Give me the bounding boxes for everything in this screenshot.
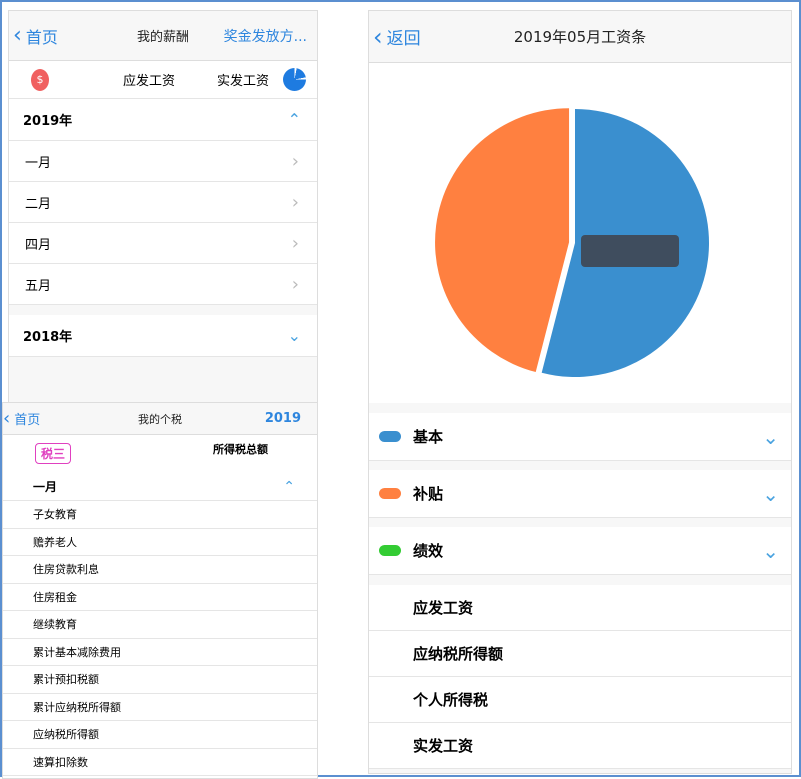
chevron-right-icon: › [291, 273, 299, 295]
summary-row: 个人所得税 [369, 677, 791, 723]
summary-row: 应发工资 [369, 585, 791, 631]
back-label: 首页 [14, 413, 41, 428]
chevron-down-icon: ⌄ [762, 538, 779, 563]
total-tax-label: 所得税总额 [213, 443, 268, 456]
back-label: 首页 [25, 27, 58, 47]
color-swatch [379, 431, 401, 442]
tab-net-pay[interactable]: 实发工资 [217, 70, 269, 89]
month-label: 一月 [33, 480, 58, 494]
tax-item-label: 住房贷款利息 [33, 563, 99, 577]
year-selector[interactable]: 2019 [265, 411, 301, 426]
tax-item-row: 住房租金 [3, 583, 317, 611]
chart-area [369, 63, 791, 403]
category-row[interactable]: 补贴 ⌄ [369, 470, 791, 518]
back-button[interactable]: ‹ 返回 [373, 23, 421, 51]
tax-item-row: 累计预扣税额 [3, 666, 317, 694]
category-label: 基本 [413, 428, 444, 446]
month-row[interactable]: 一月 › [9, 141, 317, 182]
tax-item-row: 继续教育 [3, 611, 317, 639]
back-button[interactable]: ‹ 首页 [13, 23, 58, 48]
back-label: 返回 [386, 29, 421, 49]
category-row[interactable]: 基本 ⌄ [369, 413, 791, 461]
nav-bar: ‹ 首页 我的个税 2019 [3, 403, 317, 435]
category-label: 绩效 [413, 542, 444, 560]
year-2018[interactable]: 2018年 ⌄ [9, 315, 317, 357]
payslip-panel: ‹ 返回 2019年05月工资条 基本 ⌄ 补贴 ⌄ 绩效 ⌄ 应发工资应纳税所得额 个人所得税… [368, 10, 792, 774]
chevron-left-icon: ‹ [373, 22, 383, 51]
nav-bar: ‹ 返回 2019年05月工资条 [369, 11, 791, 63]
month-row[interactable]: 一月 ⌃ [3, 473, 317, 501]
tax-item-row: 子女教育 [3, 501, 317, 529]
salary-panel: ‹ 首页 我的薪酬 奖金发放方... $ 应发工资 实发工资 2019年 ⌃ 一月… [8, 10, 318, 405]
chevron-right-icon: › [291, 150, 299, 172]
color-swatch [379, 545, 401, 556]
tax-item-label: 赡养老人 [33, 535, 77, 549]
nav-bar: ‹ 首页 我的薪酬 奖金发放方... [9, 11, 317, 61]
chevron-right-icon: › [291, 191, 299, 213]
summary-label: 实发工资 [413, 737, 474, 755]
tax-item-label: 累计应纳税所得额 [33, 700, 121, 714]
tax-item-row: 赡养老人 [3, 528, 317, 556]
bonus-link[interactable]: 奖金发放方... [224, 26, 307, 46]
tax-item-label: 住房租金 [33, 590, 77, 604]
year-2019[interactable]: 2019年 ⌃ [9, 99, 317, 141]
pie-chart [435, 108, 710, 377]
chevron-right-icon: › [291, 232, 299, 254]
tax-item-label: 子女教育 [33, 508, 77, 522]
month-label: 二月 [25, 196, 52, 212]
chevron-down-icon: ⌄ [287, 326, 301, 345]
summary-label: 应纳税所得额 [413, 645, 504, 663]
month-row[interactable]: 二月 › [9, 182, 317, 223]
tax-item-label: 速算扣除数 [33, 755, 88, 769]
tax-item-row: 应纳税所得额 [3, 721, 317, 749]
tax-item-label: 累计基本减除费用 [33, 645, 121, 659]
chevron-up-icon: ⌃ [287, 110, 301, 129]
tax-item-row: 累计应纳税所得额 [3, 693, 317, 721]
chevron-down-icon: ⌄ [762, 424, 779, 449]
category-label: 补贴 [413, 485, 444, 503]
page-title: 2019年05月工资条 [513, 28, 647, 46]
month-row[interactable]: 五月 › [9, 264, 317, 305]
chevron-down-icon: ⌄ [762, 481, 779, 506]
back-button[interactable]: ‹ 首页 [3, 408, 40, 429]
year-label: 2018年 [23, 330, 73, 345]
summary-row: 实发工资 [369, 723, 791, 769]
month-label: 一月 [25, 155, 52, 171]
summary-label: 个人所得税 [413, 691, 489, 709]
tax-item-row: 住房贷款利息 [3, 556, 317, 584]
month-row[interactable]: 四月 › [9, 223, 317, 264]
year-label: 2019年 [23, 114, 73, 129]
chevron-left-icon: ‹ [13, 23, 22, 48]
tooltip [581, 235, 679, 267]
money-bag-icon: $ [31, 68, 49, 91]
chevron-up-icon: ⌃ [283, 478, 295, 495]
color-swatch [379, 488, 401, 499]
tax-item-label: 继续教育 [33, 618, 77, 632]
tax-item-label: 累计预扣税额 [33, 673, 99, 687]
summary-row: 应纳税所得额 [369, 631, 791, 677]
month-label: 五月 [25, 278, 52, 294]
tax-item-row: 累计基本减除费用 [3, 638, 317, 666]
tab-row: $ 应发工资 实发工资 [9, 61, 317, 99]
chevron-left-icon: ‹ [3, 408, 11, 429]
tab-gross-pay[interactable]: 应发工资 [123, 70, 175, 89]
tax-item-row: 速算扣除数 [3, 748, 317, 776]
pie-slice-1[interactable] [435, 108, 570, 373]
month-label: 四月 [25, 237, 52, 253]
pie-chart-icon[interactable] [283, 68, 306, 91]
summary-label: 应发工资 [413, 599, 474, 617]
category-row[interactable]: 绩效 ⌄ [369, 527, 791, 575]
tax-panel: ‹ 首页 我的个税 2019 税三 所得税总额 一月 ⌃ 子女教育赡养老人住房贷款… [2, 402, 318, 779]
tax-badge: 税三 [35, 443, 72, 464]
tax-item-label: 应纳税所得额 [33, 728, 99, 742]
